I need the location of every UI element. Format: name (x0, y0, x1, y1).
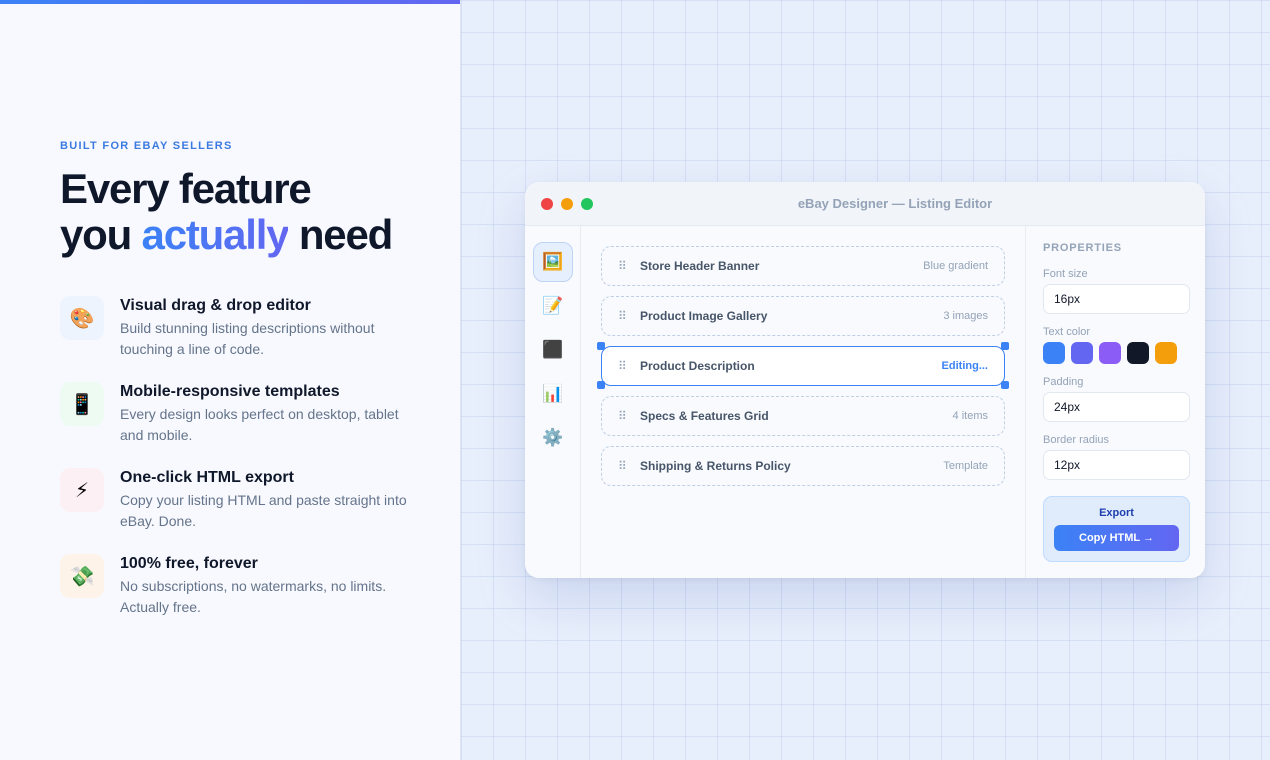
feature-item: ⚡ One-click HTML export Copy your listin… (60, 468, 420, 554)
feature-item: 📱 Mobile-responsive templates Every desi… (60, 382, 420, 468)
feature-description: Build stunning listing descriptions with… (120, 320, 375, 357)
drag-handle-icon[interactable]: ⠿ (618, 459, 640, 473)
color-swatch-violet[interactable] (1099, 342, 1121, 364)
color-swatch-blue[interactable] (1043, 342, 1065, 364)
headline-highlight: actually (141, 211, 290, 258)
window-title: eBay Designer — Listing Editor (797, 196, 993, 211)
block-name: Specs & Features Grid (640, 409, 769, 423)
feature-description: Every design looks perfect on desktop, t… (120, 406, 399, 443)
window-titlebar: eBay Designer — Listing Editor (525, 182, 1205, 226)
feature-item: 🎨 Visual drag & drop editor Build stunni… (60, 296, 420, 382)
resize-handle-top-right[interactable] (1001, 342, 1009, 350)
block-meta: Template (943, 460, 988, 472)
mobile-phone-icon: 📱 (60, 382, 104, 426)
drag-handle-icon[interactable]: ⠿ (618, 309, 640, 323)
accent-bar (0, 0, 460, 4)
feature-title: One-click HTML export (120, 469, 294, 486)
feature-description: Copy your listing HTML and paste straigh… (120, 492, 407, 529)
padding-input[interactable]: 24px (1043, 392, 1190, 422)
block-product-image-gallery[interactable]: ⠿ Product Image Gallery 3 images (601, 296, 1005, 336)
font-size-label: Font size (1043, 268, 1088, 280)
block-meta: 3 images (943, 310, 988, 322)
editor-canvas: ⠿ Store Header Banner Blue gradient ⠿ Pr… (581, 226, 1025, 578)
feature-title: 100% free, forever (120, 555, 258, 572)
image-icon[interactable]: 🖼️ (533, 242, 573, 282)
resize-handle-bottom-right[interactable] (1001, 381, 1009, 389)
resize-handle-bottom-left[interactable] (597, 381, 605, 389)
drag-handle-icon[interactable]: ⠿ (618, 409, 640, 423)
page-headline: Every feature you actually need (60, 165, 393, 258)
block-product-description[interactable]: ⠿ Product Description Editing... (601, 346, 1005, 386)
palette-icon: 🎨 (60, 296, 104, 340)
padding-label: Padding (1043, 376, 1084, 388)
bar-chart-icon[interactable]: 📊 (533, 374, 573, 414)
feature-title: Mobile-responsive templates (120, 383, 340, 400)
gear-icon[interactable]: ⚙️ (533, 418, 573, 458)
block-toolbar: 🖼️ 📝 ⬛ 📊 ⚙️ (525, 226, 581, 578)
memo-icon[interactable]: 📝 (533, 286, 573, 326)
text-color-label: Text color (1043, 326, 1091, 338)
block-name: Shipping & Returns Policy (640, 459, 791, 473)
lightning-icon: ⚡ (60, 468, 104, 512)
block-meta: Blue gradient (923, 260, 988, 272)
properties-panel: PROPERTIES Font size 16px Text color Pad… (1025, 226, 1205, 578)
feature-list: 🎨 Visual drag & drop editor Build stunni… (60, 296, 420, 640)
resize-handle-top-left[interactable] (597, 342, 605, 350)
export-label: Export (1099, 507, 1134, 519)
feature-title: Visual drag & drop editor (120, 297, 311, 314)
properties-title: PROPERTIES (1043, 242, 1122, 254)
block-meta: 4 items (952, 410, 988, 422)
block-name: Product Image Gallery (640, 309, 768, 323)
money-wings-icon: 💸 (60, 554, 104, 598)
block-shipping-returns-policy[interactable]: ⠿ Shipping & Returns Policy Template (601, 446, 1005, 486)
eyebrow-label: BUILT FOR EBAY SELLERS (60, 140, 233, 152)
block-name: Product Description (640, 359, 755, 373)
black-square-icon[interactable]: ⬛ (533, 330, 573, 370)
border-radius-label: Border radius (1043, 434, 1110, 446)
block-name: Store Header Banner (640, 259, 760, 273)
font-size-input[interactable]: 16px (1043, 284, 1190, 314)
color-swatch-amber[interactable] (1155, 342, 1177, 364)
drag-handle-icon[interactable]: ⠿ (618, 259, 640, 273)
block-specs-features-grid[interactable]: ⠿ Specs & Features Grid 4 items (601, 396, 1005, 436)
block-store-header-banner[interactable]: ⠿ Store Header Banner Blue gradient (601, 246, 1005, 286)
color-swatch-indigo[interactable] (1071, 342, 1093, 364)
drag-handle-icon[interactable]: ⠿ (618, 359, 640, 373)
color-swatch-black[interactable] (1127, 342, 1149, 364)
feature-item: 💸 100% free, forever No subscriptions, n… (60, 554, 420, 640)
export-card: Export Copy HTML → (1043, 496, 1190, 562)
headline-post: need (288, 211, 393, 258)
feature-panel: BUILT FOR EBAY SELLERS Every feature you… (0, 0, 460, 760)
headline-pre: you (60, 211, 142, 258)
copy-html-button[interactable]: Copy HTML → (1054, 525, 1179, 551)
editor-window: eBay Designer — Listing Editor 🖼️ 📝 ⬛ 📊 … (525, 182, 1205, 578)
border-radius-input[interactable]: 12px (1043, 450, 1190, 480)
feature-description: No subscriptions, no watermarks, no limi… (120, 578, 387, 615)
headline-line-1: Every feature (60, 165, 312, 212)
block-editing-status: Editing... (941, 360, 988, 372)
